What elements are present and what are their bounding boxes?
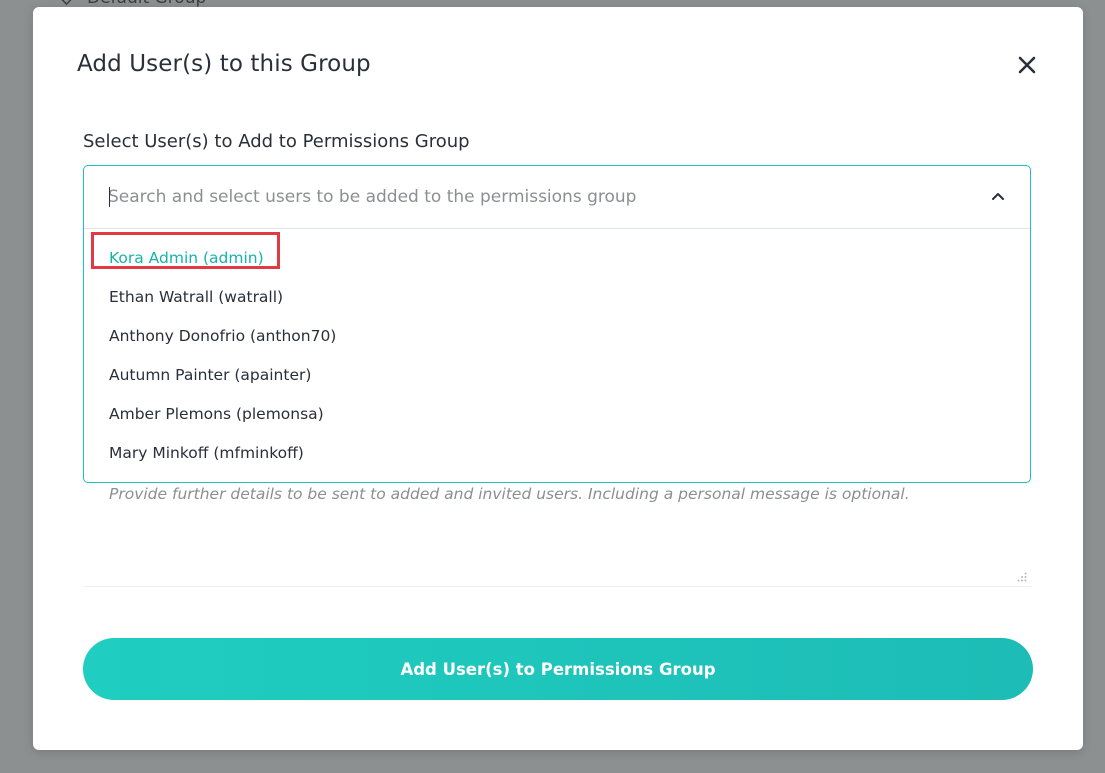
personal-message-field [83, 483, 1031, 587]
user-option-label: Amber Plemons (plemonsa) [109, 405, 324, 423]
user-option-label: Ethan Watrall (watrall) [109, 288, 284, 306]
user-search-row [84, 166, 1030, 229]
user-select-dropdown[interactable]: Kora Admin (admin) Ethan Watrall (watral… [83, 165, 1031, 483]
resize-handle-icon[interactable] [1017, 572, 1027, 582]
user-search-input[interactable] [108, 166, 968, 228]
user-option-label: Anthony Donofrio (anthon70) [109, 327, 337, 345]
user-select-label: Select User(s) to Add to Permissions Gro… [83, 131, 470, 152]
user-option[interactable]: Mary Minkoff (mfminkoff) [84, 434, 1030, 473]
personal-message-textarea[interactable] [83, 483, 1031, 586]
add-users-modal: Add User(s) to this Group Select User(s)… [33, 7, 1083, 750]
user-option[interactable]: Autumn Painter (apainter) [84, 356, 1030, 395]
tag-icon [61, 0, 72, 5]
user-option[interactable]: Amber Plemons (plemonsa) [84, 395, 1030, 434]
user-option[interactable]: Kora Admin (admin) [84, 232, 1030, 278]
close-icon[interactable] [1017, 55, 1037, 75]
user-option-label: Autumn Painter (apainter) [109, 366, 312, 384]
user-options-list: Kora Admin (admin) Ethan Watrall (watral… [84, 232, 1030, 473]
add-users-submit-button[interactable]: Add User(s) to Permissions Group [83, 638, 1033, 700]
user-option-label: Mary Minkoff (mfminkoff) [109, 444, 304, 462]
user-option[interactable]: Ethan Watrall (watrall) [84, 278, 1030, 317]
modal-title: Add User(s) to this Group [77, 51, 371, 77]
annotation-highlight-box [91, 232, 280, 269]
chevron-up-icon[interactable] [990, 188, 1006, 204]
user-option[interactable]: Anthony Donofrio (anthon70) [84, 317, 1030, 356]
text-caret [109, 187, 110, 207]
